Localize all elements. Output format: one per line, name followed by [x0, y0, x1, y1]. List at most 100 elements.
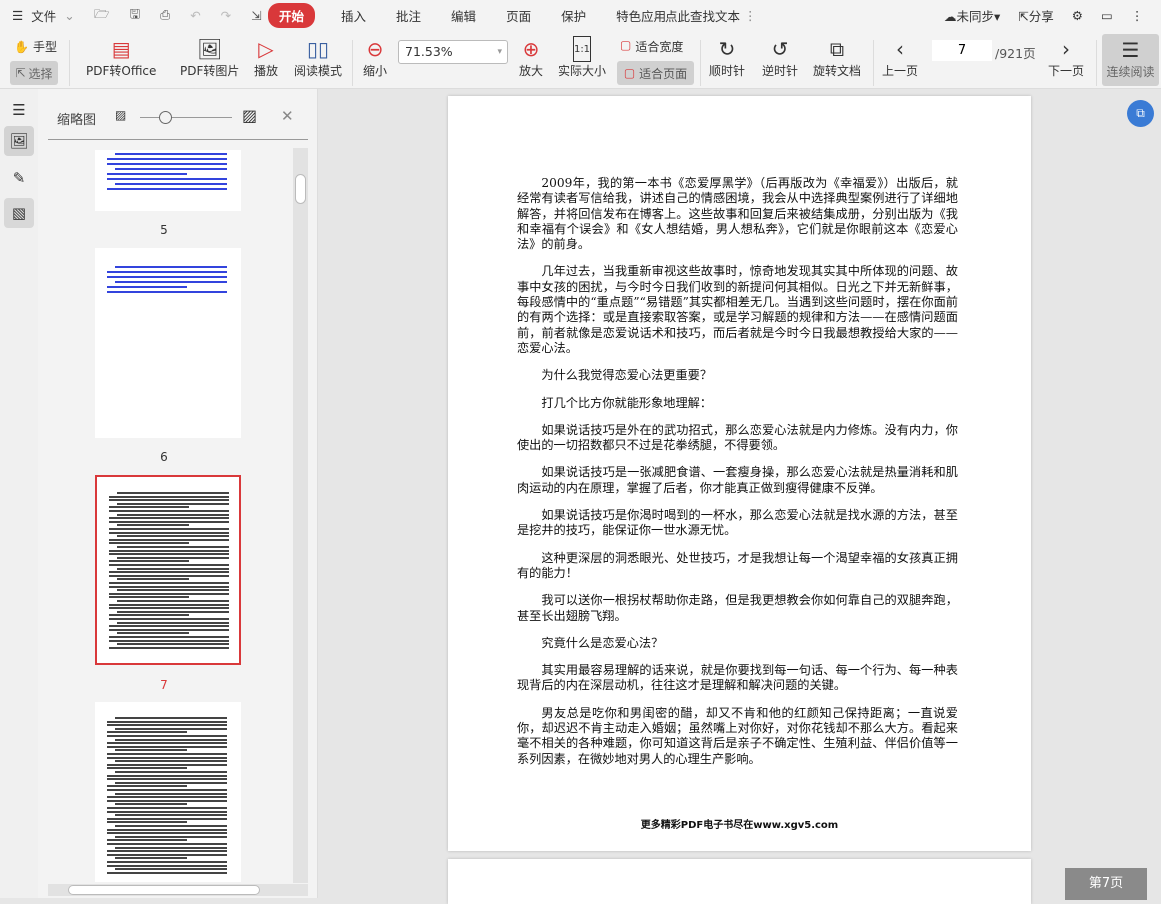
tab-edit[interactable]: 编辑	[447, 6, 480, 25]
page-number-input[interactable]: 7	[932, 40, 992, 61]
tab-protect[interactable]: 保护	[557, 6, 590, 25]
thumb-text-line	[107, 291, 227, 293]
image-icon: 🖼	[196, 37, 223, 61]
tab-insert[interactable]: 插入	[337, 6, 370, 25]
thumb-text-line	[107, 753, 227, 755]
thumb-text-line	[107, 774, 227, 777]
continuous-icon: ☰	[1121, 38, 1140, 62]
zoom-select[interactable]: 71.53% ▾	[398, 40, 508, 64]
prev-page-button[interactable]: ‹ 上一页	[882, 36, 918, 79]
actual-size-icon: 1:1	[573, 36, 591, 62]
tab-page[interactable]: 页面	[502, 6, 535, 25]
book-icon: ▯▯	[306, 37, 329, 61]
thumb-text-line	[109, 618, 229, 620]
top-bar: ☰文件⌄ 🗁🖫⎙↶↷⇲▿ 开始 插入 批注 编辑 页面 保护 特色应用 ⌕点此查…	[0, 0, 1161, 89]
outline-icon[interactable]: ☰	[4, 95, 34, 125]
rotate-document-button[interactable]: ⧉ 旋转文档	[813, 36, 861, 79]
thumb-text-line	[107, 864, 227, 867]
fit-page-button[interactable]: ▢ 适合页面	[617, 61, 694, 85]
thumb-text-line	[109, 528, 229, 530]
print-icon[interactable]: ⎙	[156, 7, 174, 23]
file-menu[interactable]: ☰ 文件 ⌄	[8, 0, 79, 30]
thumb-text-line	[107, 756, 227, 759]
search-box[interactable]: ⌕ 点此查找文本 ⋮	[654, 0, 757, 30]
thumb-text-line	[109, 603, 229, 606]
settings-icon[interactable]: ⚙	[1068, 8, 1087, 23]
tab-start[interactable]: 开始	[268, 2, 316, 28]
thumb-text-line	[109, 506, 189, 509]
pen-icon[interactable]: ✎	[4, 163, 34, 193]
zoom-out-button[interactable]: ⊖ 缩小	[362, 36, 388, 79]
thumbnail-icon[interactable]: 🖼	[4, 126, 34, 156]
feedback-icon[interactable]: ▭	[1097, 8, 1117, 23]
thumb-text-line	[115, 760, 227, 763]
actual-size-button[interactable]: 1:1 实际大小	[558, 36, 606, 79]
thumb-text-line	[109, 614, 189, 617]
rotate-clockwise-button[interactable]: ↻ 顺时针	[709, 36, 745, 79]
collapse-icon[interactable]: ∧	[1157, 8, 1161, 23]
redo-icon[interactable]: ↷	[217, 8, 235, 23]
thumb-text-line	[109, 538, 229, 541]
tab-annotate[interactable]: 批注	[392, 6, 425, 25]
pdf-to-image-button[interactable]: 🖼 PDF转图片	[180, 36, 239, 79]
zoom-in-button[interactable]: ⊕ 放大	[518, 36, 544, 79]
more-icon[interactable]: ⋮	[1127, 8, 1148, 23]
vertical-scrollbar[interactable]	[293, 148, 308, 883]
undo-icon[interactable]: ↶	[186, 8, 204, 23]
select-tool[interactable]: ⇱ 选择	[10, 61, 58, 85]
thumb-text-line	[115, 868, 227, 871]
thumb-text-line	[107, 188, 227, 190]
paragraph: 如果说话技巧是你渴时喝到的一杯水，那么恋爱心法就是找水源的方法，甚至是挖井的技巧…	[517, 508, 958, 538]
h-scroll-thumb[interactable]	[68, 885, 260, 895]
thumb-text-line	[115, 792, 227, 795]
thumb-text-line	[107, 778, 227, 781]
fit-width-button[interactable]: ▢ 适合宽度	[620, 38, 683, 55]
pdf-to-office-button[interactable]: ▤ PDF转Office	[86, 36, 156, 79]
scroll-thumb[interactable]	[295, 174, 306, 204]
open-icon[interactable]: 🗁	[90, 5, 114, 26]
left-rail: ☰ 🖼 ✎ ▧	[0, 89, 38, 898]
floating-tool-icon[interactable]: ⧉	[1127, 100, 1154, 127]
read-mode-button[interactable]: ▯▯ 阅读模式	[294, 36, 342, 79]
paragraph: 这种更深层的洞悉眼光、处世技巧，才是我想让每一个渴望幸福的女孩真正拥有的能力！	[517, 550, 958, 580]
next-page-button[interactable]: › 下一页	[1048, 36, 1084, 79]
thumbnail-page-6[interactable]	[95, 248, 241, 438]
thumb-text-line	[107, 828, 227, 831]
thumbnail-page-5[interactable]	[95, 150, 241, 211]
thumb-text-line	[107, 871, 227, 874]
thumb-text-line	[115, 846, 227, 849]
document-page: 2009年，我的第一本书《恋爱厚黑学》（后再版改为《幸福爱》）出版后，就经常有读…	[448, 96, 1031, 851]
attachment-icon[interactable]: ▧	[4, 198, 34, 228]
thumb-text-line	[109, 510, 229, 512]
thumb-text-line	[109, 531, 229, 534]
thumb-text-line	[115, 803, 187, 806]
paragraph: 打几个比方你就能形象地理解：	[541, 395, 713, 410]
paragraph: 其实用最容易理解的话来说，就是你要找到每一句话、每一个行为、每一种表现背后的内在…	[517, 663, 958, 693]
chevron-left-icon: ‹	[896, 37, 904, 61]
thumb-text-line	[107, 178, 227, 180]
thumb-text-line	[115, 153, 227, 155]
save-icon[interactable]: 🖫	[126, 5, 145, 26]
share-icon: ⇱	[1018, 8, 1029, 24]
thumbnail-page-8[interactable]	[95, 702, 241, 882]
play-button[interactable]: ▷ 播放	[253, 36, 279, 79]
hand-tool[interactable]: ✋ 手型	[14, 38, 57, 55]
zoom-in-icon: ⊕	[522, 37, 540, 61]
horizontal-scrollbar[interactable]	[48, 884, 308, 896]
thumbnail-page-7[interactable]	[95, 475, 241, 665]
fit-page-icon: ▢	[623, 66, 636, 80]
thumb-text-line	[117, 502, 229, 505]
thumb-text-line	[109, 607, 229, 610]
thumb-text-line	[117, 643, 229, 646]
hamburger-icon: ☰	[12, 7, 24, 23]
share-button[interactable]: ⇱分享	[1014, 6, 1058, 25]
thumb-text-line	[115, 717, 227, 719]
thumb-text-line	[107, 735, 227, 737]
rotate-counter-button[interactable]: ↺ 逆时针	[762, 36, 798, 79]
sync-button[interactable]: ☁未同步▾	[940, 6, 1004, 25]
continuous-read-button[interactable]: ☰ 连续阅读	[1102, 34, 1159, 86]
paragraph: 究竟什么是恋爱心法？	[541, 635, 664, 650]
export-icon[interactable]: ⇲	[247, 8, 265, 23]
thumb-text-line	[107, 810, 227, 813]
next-document-page	[448, 859, 1031, 904]
